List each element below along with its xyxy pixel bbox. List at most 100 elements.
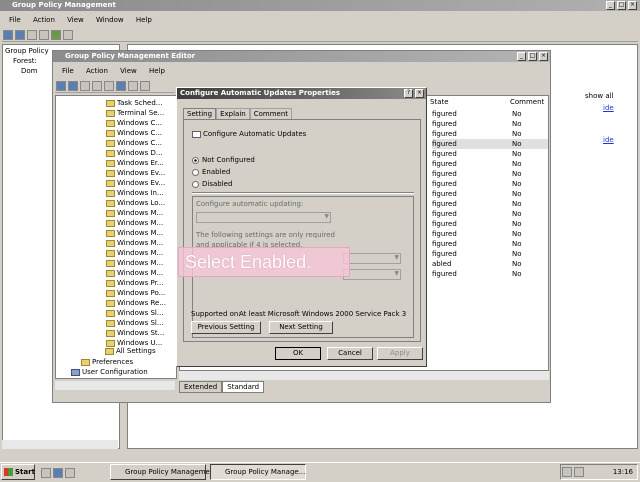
- list-row[interactable]: figured No: [432, 249, 548, 259]
- menu-view[interactable]: View: [67, 16, 84, 24]
- tree-item[interactable]: Windows M...: [106, 218, 166, 228]
- tree-item[interactable]: Windows M...: [106, 208, 166, 218]
- tree-item[interactable]: Windows C...: [106, 138, 166, 148]
- show-all-link[interactable]: show all: [585, 92, 614, 100]
- volume-icon[interactable]: [574, 467, 584, 477]
- network-icon[interactable]: [562, 467, 572, 477]
- menu-file[interactable]: File: [9, 16, 21, 24]
- column-comment-header[interactable]: Comment: [510, 98, 544, 106]
- editor-back-icon[interactable]: [56, 81, 66, 91]
- menu-window[interactable]: Window: [96, 16, 124, 24]
- tree-item[interactable]: Windows M...: [106, 258, 166, 268]
- ok-button[interactable]: OK: [275, 347, 321, 360]
- list-row[interactable]: figured No: [432, 209, 548, 219]
- editor-menu-view[interactable]: View: [120, 67, 137, 75]
- tree-item[interactable]: Terminal Se...: [106, 108, 166, 118]
- tree-item[interactable]: Windows In...: [106, 188, 166, 198]
- tree-item[interactable]: Windows M...: [106, 228, 166, 238]
- editor-help-icon[interactable]: [116, 81, 126, 91]
- next-setting-button[interactable]: Next Setting: [269, 321, 333, 334]
- tree-preferences[interactable]: Preferences: [81, 358, 133, 366]
- hide-link-2[interactable]: ide: [603, 136, 614, 144]
- forward-icon[interactable]: [15, 30, 25, 40]
- list-row[interactable]: figured No: [432, 269, 548, 279]
- previous-setting-button[interactable]: Previous Setting: [191, 321, 261, 334]
- export-icon[interactable]: [51, 30, 61, 40]
- time-dropdown[interactable]: ▼: [343, 269, 401, 280]
- tree-item[interactable]: Windows C...: [106, 128, 166, 138]
- tab-setting[interactable]: Setting: [183, 108, 217, 119]
- editor-menu-action[interactable]: Action: [86, 67, 108, 75]
- tree-item[interactable]: Windows Ev...: [106, 168, 166, 178]
- tree-item-domains[interactable]: Dom: [5, 66, 49, 76]
- editor-minimize-button[interactable]: _: [517, 52, 526, 61]
- tree-item[interactable]: Windows Er...: [106, 158, 166, 168]
- taskbar-gpm[interactable]: Group Policy Management: [110, 464, 217, 480]
- menu-help[interactable]: Help: [136, 16, 152, 24]
- tree-hscrollbar[interactable]: [55, 381, 175, 390]
- tab-extended[interactable]: Extended: [179, 381, 223, 393]
- tree-item[interactable]: Windows St...: [106, 328, 166, 338]
- list-row[interactable]: figured No: [432, 149, 548, 159]
- cancel-button[interactable]: Cancel: [327, 347, 373, 360]
- tree-item[interactable]: Task Sched...: [106, 98, 166, 108]
- editor-forward-icon[interactable]: [68, 81, 78, 91]
- list-row[interactable]: figured No: [432, 109, 548, 119]
- tab-standard[interactable]: Standard: [222, 381, 265, 393]
- outer-hscrollbar[interactable]: [2, 440, 118, 449]
- tree-item[interactable]: Windows M...: [106, 248, 166, 258]
- list-row[interactable]: figured No: [432, 119, 548, 129]
- list-row[interactable]: figured No: [432, 239, 548, 249]
- editor-folder-icon[interactable]: [80, 81, 90, 91]
- editor-view-icon[interactable]: [128, 81, 138, 91]
- tab-explain[interactable]: Explain: [216, 108, 250, 119]
- configure-dropdown[interactable]: ▼: [196, 212, 331, 223]
- tab-comment[interactable]: Comment: [249, 108, 292, 119]
- editor-menu-help[interactable]: Help: [149, 67, 165, 75]
- list-row[interactable]: figured No: [432, 179, 548, 189]
- tree-item[interactable]: Windows M...: [106, 238, 166, 248]
- tree-item[interactable]: Windows Re...: [106, 298, 166, 308]
- start-button[interactable]: Start: [1, 464, 35, 480]
- editor-menu-file[interactable]: File: [62, 67, 74, 75]
- editor-properties-icon[interactable]: [92, 81, 102, 91]
- tree-item-forest[interactable]: Forest:: [5, 56, 49, 66]
- tree-item[interactable]: Windows C...: [106, 118, 166, 128]
- taskbar-gpme[interactable]: Group Policy Manage...: [210, 464, 306, 480]
- radio-not-configured[interactable]: Not Configured: [192, 156, 255, 164]
- refresh-icon[interactable]: [39, 30, 49, 40]
- list-row[interactable]: figured No: [432, 139, 548, 149]
- back-icon[interactable]: [3, 30, 13, 40]
- editor-filter-icon[interactable]: [140, 81, 150, 91]
- outer-minimize-button[interactable]: _: [606, 1, 615, 10]
- list-row[interactable]: abled No: [432, 259, 548, 269]
- dialog-help-button[interactable]: ?: [404, 89, 413, 98]
- list-hscrollbar[interactable]: [179, 371, 549, 380]
- dialog-close-button[interactable]: ×: [415, 89, 424, 98]
- hide-link-1[interactable]: ide: [603, 104, 614, 112]
- list-row[interactable]: figured No: [432, 229, 548, 239]
- radio-not-configured-dot[interactable]: [192, 156, 199, 164]
- folder-icon[interactable]: [27, 30, 37, 40]
- tree-item[interactable]: Windows Sl...: [106, 318, 166, 328]
- tree-item[interactable]: Windows Pr...: [106, 278, 166, 288]
- day-dropdown[interactable]: ▼: [343, 253, 401, 264]
- editor-maximize-button[interactable]: □: [528, 52, 537, 61]
- menu-action[interactable]: Action: [33, 16, 55, 24]
- radio-enabled-dot[interactable]: [192, 168, 199, 176]
- tree-item[interactable]: Windows Ev...: [106, 178, 166, 188]
- help-icon[interactable]: [63, 30, 73, 40]
- tree-user-configuration[interactable]: User Configuration: [71, 368, 148, 376]
- list-row[interactable]: figured No: [432, 199, 548, 209]
- list-row[interactable]: figured No: [432, 129, 548, 139]
- column-state-header[interactable]: State: [430, 98, 449, 106]
- powershell-icon[interactable]: [53, 468, 63, 478]
- clock[interactable]: 13:16: [613, 468, 633, 476]
- radio-disabled-dot[interactable]: [192, 180, 199, 188]
- editor-export-icon[interactable]: [104, 81, 114, 91]
- tree-item[interactable]: Windows Po...: [106, 288, 166, 298]
- outer-maximize-button[interactable]: □: [617, 1, 626, 10]
- tree-item[interactable]: Windows Sl...: [106, 308, 166, 318]
- tree-item-group-policy[interactable]: Group Policy: [5, 46, 49, 56]
- radio-enabled[interactable]: Enabled: [192, 168, 230, 176]
